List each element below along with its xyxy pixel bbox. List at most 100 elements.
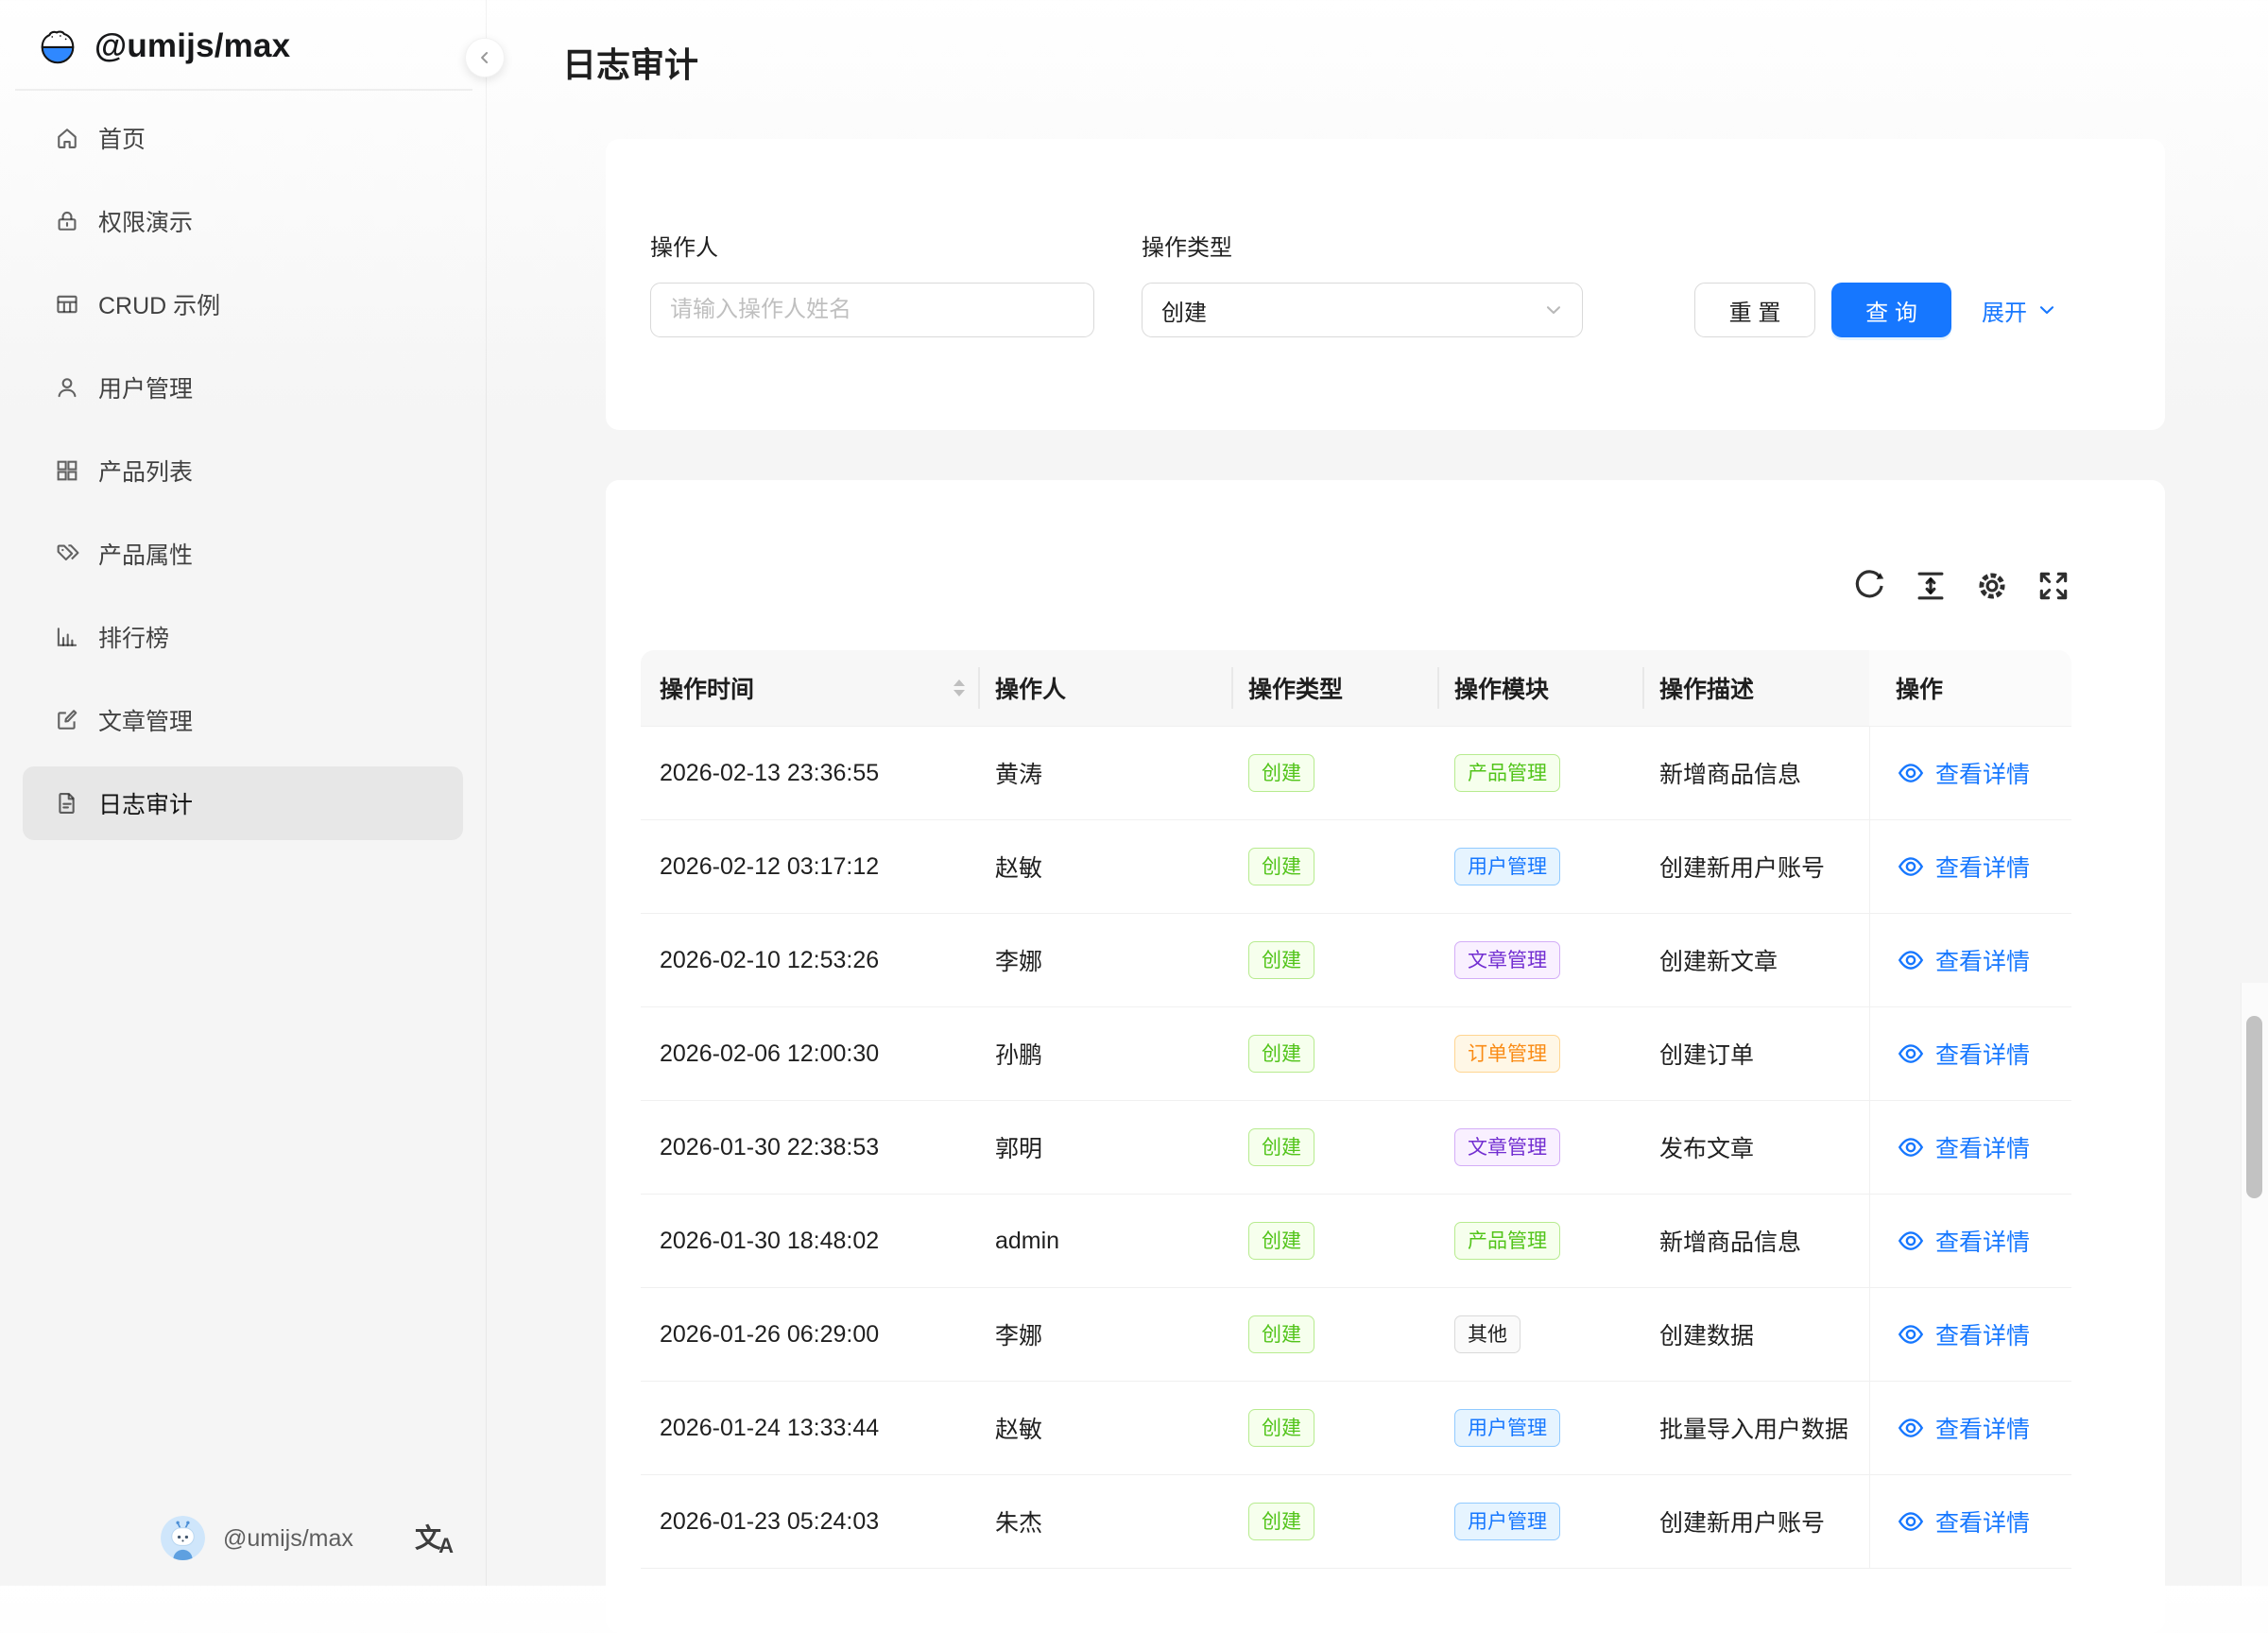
query-button[interactable]: 查 询 xyxy=(1831,283,1951,337)
eye-icon xyxy=(1897,1320,1925,1349)
select-value: 创建 xyxy=(1161,294,1207,327)
sidebar-item-crud[interactable]: CRUD 示例 xyxy=(23,267,463,341)
cell-desc: 创建订单 xyxy=(1644,1007,1869,1100)
cell-time: 2026-02-10 12:53:26 xyxy=(641,914,980,1006)
view-detail-link[interactable]: 查看详情 xyxy=(1897,1130,2030,1164)
file-text-icon xyxy=(54,790,80,816)
sidebar-item-label: 用户管理 xyxy=(98,370,193,404)
sidebar-item-label: 权限演示 xyxy=(98,204,193,238)
eye-icon xyxy=(1897,946,1925,974)
sidebar-item-ranking[interactable]: 排行榜 xyxy=(23,600,463,674)
sidebar-item-label: 日志审计 xyxy=(98,786,193,820)
sidebar-item-home[interactable]: 首页 xyxy=(23,101,463,175)
page-title: 日志审计 xyxy=(562,38,698,87)
cell-time: 2026-02-06 12:00:30 xyxy=(641,1007,980,1100)
user-name: @umijs/max xyxy=(223,1525,353,1553)
module-tag: 用户管理 xyxy=(1454,1409,1560,1447)
sidebar-item-label: 排行榜 xyxy=(98,620,169,654)
eye-icon xyxy=(1897,1414,1925,1442)
cell-operator: 黄涛 xyxy=(980,727,1233,819)
table-card: 操作时间 操作人 操作类型 操作模块 操作描述 操作 2026-02-13 23… xyxy=(606,480,2165,1633)
operation-type-select[interactable]: 创建 xyxy=(1142,283,1583,337)
col-header-operator: 操作人 xyxy=(980,650,1233,726)
chevron-down-icon xyxy=(1542,299,1565,321)
cell-time: 2026-01-30 22:38:53 xyxy=(641,1101,980,1194)
type-tag: 创建 xyxy=(1248,1315,1314,1353)
fullscreen-icon[interactable] xyxy=(2036,568,2071,604)
view-detail-link[interactable]: 查看详情 xyxy=(1897,1037,2030,1071)
cell-operator: 孙鹏 xyxy=(980,1007,1233,1100)
cell-time: 2026-01-30 18:48:02 xyxy=(641,1195,980,1287)
table-row: 2026-02-13 23:36:55 黄涛 创建 产品管理 新增商品信息 查看… xyxy=(641,727,2071,820)
table-row: 2026-02-12 03:17:12 赵敏 创建 用户管理 创建新用户账号 查… xyxy=(641,820,2071,914)
sidebar-collapse-button[interactable] xyxy=(465,38,505,77)
view-detail-link[interactable]: 查看详情 xyxy=(1897,1224,2030,1258)
sidebar: @umijs/max 首页 权限演示 CRUD 示例 用户管理 产品列表 产品属… xyxy=(0,0,487,1586)
col-header-module: 操作模块 xyxy=(1439,650,1644,726)
reload-icon[interactable] xyxy=(1851,568,1887,604)
module-tag: 产品管理 xyxy=(1454,1222,1560,1260)
col-header-time[interactable]: 操作时间 xyxy=(641,650,980,726)
table-row: 2026-02-06 12:00:30 孙鹏 创建 订单管理 创建订单 查看详情 xyxy=(641,1007,2071,1101)
cell-desc: 创建数据 xyxy=(1644,1288,1869,1381)
sidebar-item-label: 产品属性 xyxy=(98,537,193,571)
page-scrollbar-thumb[interactable] xyxy=(2246,1016,2262,1198)
sidebar-item-log-audit[interactable]: 日志审计 xyxy=(23,766,463,840)
setting-icon[interactable] xyxy=(1974,568,2010,604)
eye-icon xyxy=(1897,1040,1925,1068)
app-title: @umijs/max xyxy=(94,27,290,65)
sidebar-item-product-attrs[interactable]: 产品属性 xyxy=(23,517,463,591)
chevron-left-icon xyxy=(475,48,494,67)
operator-input[interactable] xyxy=(650,283,1094,337)
table-row: 2026-01-26 06:29:00 李娜 创建 其他 创建数据 查看详情 xyxy=(641,1288,2071,1382)
view-detail-link[interactable]: 查看详情 xyxy=(1897,850,2030,884)
table-row: 2026-01-24 13:33:44 赵敏 创建 用户管理 批量导入用户数据 … xyxy=(641,1382,2071,1475)
expand-link[interactable]: 展开 xyxy=(1982,283,2058,337)
eye-icon xyxy=(1897,1507,1925,1536)
sorter-icon[interactable] xyxy=(954,679,965,696)
type-tag: 创建 xyxy=(1248,1409,1314,1447)
type-tag: 创建 xyxy=(1248,1503,1314,1540)
module-tag: 用户管理 xyxy=(1454,848,1560,885)
user-icon xyxy=(54,374,80,401)
sidebar-item-label: 产品列表 xyxy=(98,454,193,488)
avatar[interactable] xyxy=(161,1516,205,1560)
sidebar-item-users[interactable]: 用户管理 xyxy=(23,351,463,424)
module-tag: 产品管理 xyxy=(1454,754,1560,792)
log-table: 操作时间 操作人 操作类型 操作模块 操作描述 操作 2026-02-13 23… xyxy=(641,650,2071,1569)
table-row: 2026-01-30 22:38:53 郭明 创建 文章管理 发布文章 查看详情 xyxy=(641,1101,2071,1195)
cell-desc: 发布文章 xyxy=(1644,1101,1869,1194)
column-height-icon[interactable] xyxy=(1913,568,1949,604)
view-detail-link[interactable]: 查看详情 xyxy=(1897,1317,2030,1351)
cell-time: 2026-01-24 13:33:44 xyxy=(641,1382,980,1474)
cell-time: 2026-01-26 06:29:00 xyxy=(641,1288,980,1381)
view-detail-link[interactable]: 查看详情 xyxy=(1897,756,2030,790)
cell-desc: 创建新用户账号 xyxy=(1644,820,1869,913)
sidebar-item-products[interactable]: 产品列表 xyxy=(23,434,463,507)
type-tag: 创建 xyxy=(1248,941,1314,979)
eye-icon xyxy=(1897,759,1925,787)
view-detail-link[interactable]: 查看详情 xyxy=(1897,943,2030,977)
table-row: 2026-01-23 05:24:03 朱杰 创建 用户管理 创建新用户账号 查… xyxy=(641,1475,2071,1569)
page-scrollbar-track[interactable] xyxy=(2241,983,2268,1586)
reset-button[interactable]: 重 置 xyxy=(1694,283,1815,337)
cell-operator: 赵敏 xyxy=(980,1382,1233,1474)
filter-card: 操作人 操作类型 创建 重 置 查 询 展开 xyxy=(606,139,2165,430)
cell-desc: 新增商品信息 xyxy=(1644,727,1869,819)
cell-desc: 创建新文章 xyxy=(1644,914,1869,1006)
view-detail-link[interactable]: 查看详情 xyxy=(1897,1411,2030,1445)
sidebar-item-permission[interactable]: 权限演示 xyxy=(23,184,463,258)
sidebar-item-articles[interactable]: 文章管理 xyxy=(23,683,463,757)
operation-type-label: 操作类型 xyxy=(1142,229,1232,262)
module-tag: 用户管理 xyxy=(1454,1503,1560,1540)
eye-icon xyxy=(1897,852,1925,881)
logo[interactable]: @umijs/max xyxy=(0,0,486,68)
view-detail-link[interactable]: 查看详情 xyxy=(1897,1504,2030,1538)
col-header-action: 操作 xyxy=(1869,650,2071,726)
translate-icon[interactable]: 文A xyxy=(412,1516,455,1559)
table-row: 2026-02-10 12:53:26 李娜 创建 文章管理 创建新文章 查看详… xyxy=(641,914,2071,1007)
sidebar-menu: 首页 权限演示 CRUD 示例 用户管理 产品列表 产品属性 排行榜 文章管理 xyxy=(0,91,486,840)
cell-time: 2026-02-12 03:17:12 xyxy=(641,820,980,913)
chevron-down-icon xyxy=(2036,299,2058,321)
module-tag: 订单管理 xyxy=(1454,1035,1560,1073)
